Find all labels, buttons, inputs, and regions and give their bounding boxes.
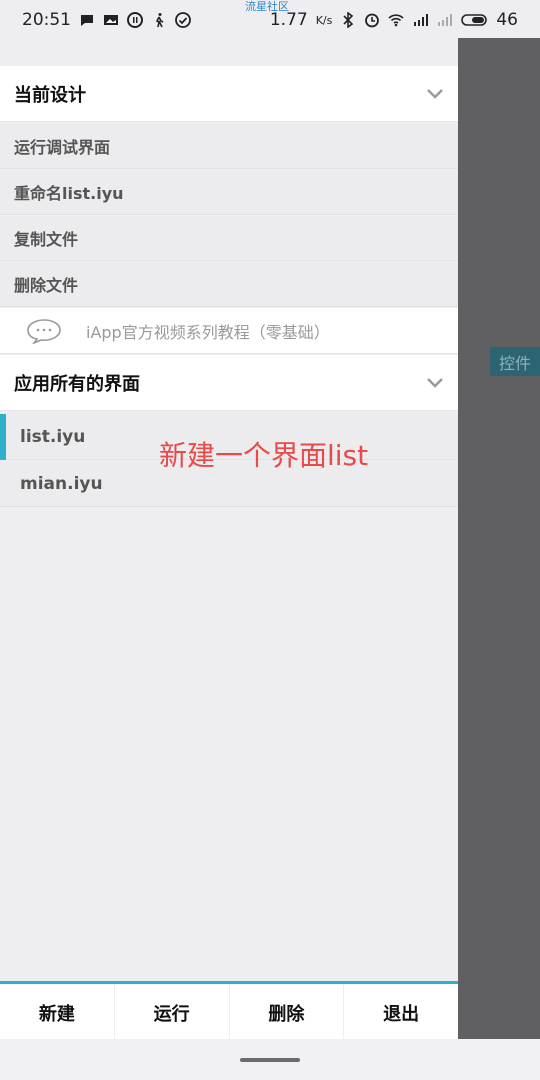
current-design-title: 当前设计 — [14, 84, 86, 106]
gesture-bar[interactable] — [240, 1058, 300, 1062]
run-button[interactable]: 运行 — [115, 984, 230, 1042]
menu-delete-file[interactable]: 删除文件 — [0, 262, 458, 307]
current-design-header[interactable]: 当前设计 — [0, 66, 458, 122]
menu-copy-file[interactable]: 复制文件 — [0, 216, 458, 261]
controls-chip[interactable]: 控件 — [490, 347, 540, 376]
watermark: 流星社区 — [245, 0, 289, 13]
chat-bubble-icon — [27, 318, 61, 344]
annotation-text: 新建一个界面list — [159, 439, 369, 472]
network-speed-unit: K/s — [315, 13, 333, 27]
app-screens-header[interactable]: 应用所有的界面 — [0, 355, 458, 411]
drawer-panel: 当前设计 运行调试界面 重命名list.iyu 复制文件 删除文件 iApp官方… — [0, 38, 458, 1039]
image-icon — [104, 15, 118, 25]
status-bar: 20:51 1.77 K/s 46 流星社区 — [0, 0, 540, 40]
screen-item-label: mian.iyu — [20, 473, 103, 494]
tutorial-text: iApp官方视频系列教程（零基础） — [86, 322, 330, 342]
selected-indicator — [0, 414, 6, 460]
exit-button[interactable]: 退出 — [344, 984, 458, 1042]
wifi-icon — [388, 14, 404, 27]
new-button[interactable]: 新建 — [0, 984, 115, 1042]
bluetooth-icon — [343, 12, 354, 28]
menu-run-debug[interactable]: 运行调试界面 — [0, 124, 458, 169]
chevron-down-icon — [427, 377, 443, 388]
notification-icons — [79, 12, 191, 28]
tutorial-link[interactable]: iApp官方视频系列教程（零基础） — [0, 308, 458, 354]
signal-4g-icon — [414, 14, 429, 26]
status-left: 20:51 — [22, 10, 191, 30]
chat-bubble-icon — [81, 15, 93, 26]
signal-weak-icon — [438, 14, 453, 26]
chevron-down-icon — [427, 88, 443, 99]
battery-level: 46 — [496, 10, 518, 30]
alarm-icon — [365, 13, 380, 28]
menu-rename[interactable]: 重命名list.iyu — [0, 170, 458, 215]
screen-item-label: list.iyu — [20, 426, 86, 447]
status-time: 20:51 — [22, 10, 71, 30]
bottom-action-bar: 新建 运行 删除 退出 — [0, 981, 458, 1042]
check-circle-icon — [175, 12, 191, 28]
app-screens-title: 应用所有的界面 — [14, 373, 140, 395]
pause-circle-icon — [127, 12, 143, 28]
battery-icon — [461, 14, 488, 26]
status-right: 1.77 K/s 46 — [270, 10, 518, 30]
delete-button[interactable]: 删除 — [230, 984, 345, 1042]
background-overlay[interactable] — [458, 38, 540, 1039]
walking-person-icon — [155, 13, 164, 28]
